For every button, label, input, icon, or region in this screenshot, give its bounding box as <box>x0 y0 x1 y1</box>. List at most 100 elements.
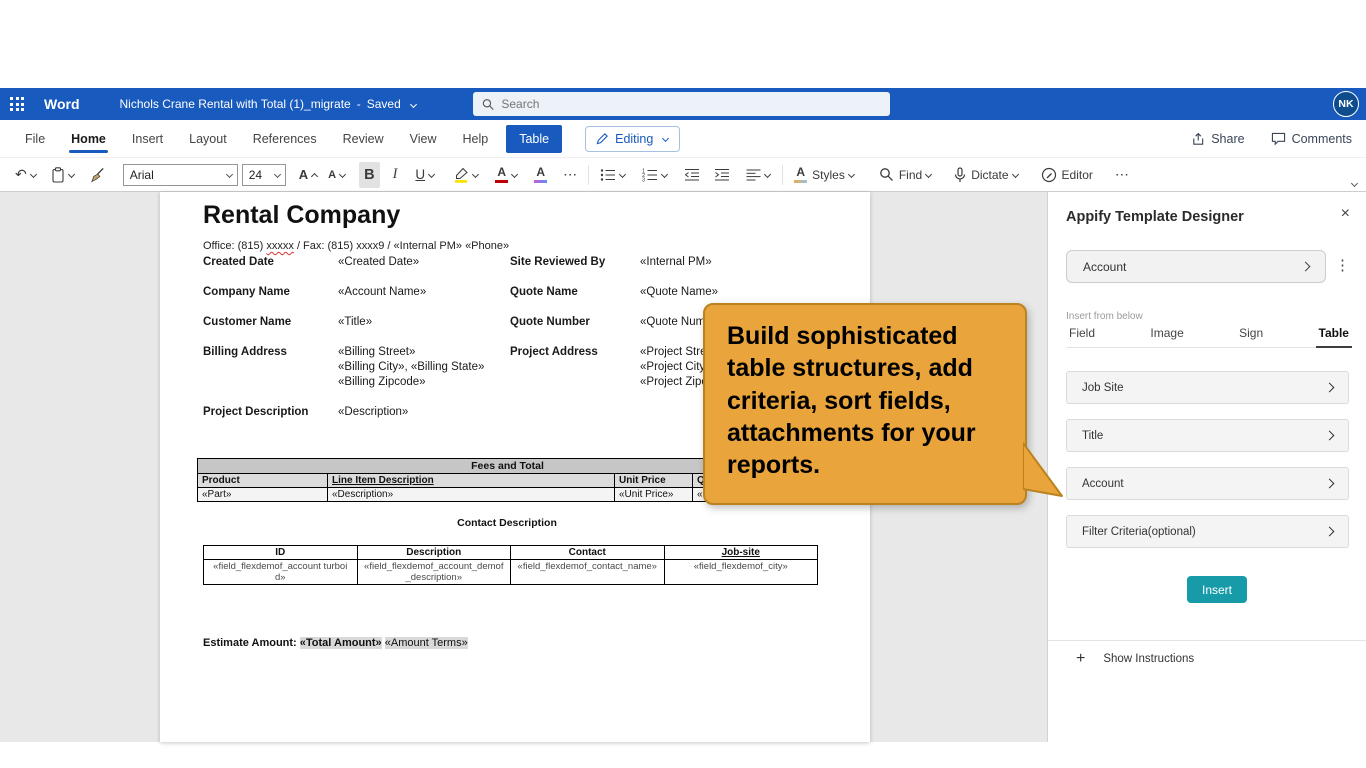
merge-field-value: «Internal PM» <box>640 256 712 268</box>
tab-home[interactable]: Home <box>58 120 119 157</box>
chevron-down-icon <box>925 171 932 178</box>
more-toolbar-options-button[interactable]: ⋯ <box>1110 162 1134 188</box>
font-color-button[interactable]: A <box>490 162 523 188</box>
app-launcher-icon[interactable] <box>0 88 34 120</box>
editor-icon <box>1041 167 1056 182</box>
paste-button[interactable] <box>46 162 80 188</box>
numbered-list-icon: 123 <box>642 168 658 182</box>
tab-layout[interactable]: Layout <box>176 120 240 157</box>
contact-col-header: Job-site <box>663 545 818 560</box>
bullets-button[interactable] <box>595 162 631 188</box>
avatar[interactable]: NK <box>1333 91 1359 117</box>
insert-button[interactable]: Insert <box>1187 576 1247 603</box>
share-label: Share <box>1211 131 1245 146</box>
tab-review[interactable]: Review <box>330 120 397 157</box>
callout-pointer <box>1023 442 1063 497</box>
font-color-icon: A <box>495 166 509 183</box>
alignment-button[interactable] <box>741 162 776 188</box>
dictate-button[interactable]: Dictate <box>949 162 1023 188</box>
chevron-right-icon <box>1326 527 1335 536</box>
editing-mode-button[interactable]: Editing <box>585 125 681 152</box>
font-size-combobox[interactable]: 24 <box>241 163 286 186</box>
styles-button[interactable]: A Styles <box>789 162 860 188</box>
more-font-options-button[interactable]: ⋯ <box>558 162 582 188</box>
numbering-button[interactable]: 123 <box>637 162 673 188</box>
tab-insert[interactable]: Insert <box>119 120 176 157</box>
shrink-font-button[interactable]: A <box>323 162 351 188</box>
tab-file[interactable]: File <box>12 120 58 157</box>
list-item-label: Title <box>1082 429 1104 442</box>
field-label: Quote Name <box>510 286 578 298</box>
coachmark-callout: Build sophisticated table structures, ad… <box>703 303 1063 505</box>
format-painter-button[interactable] <box>86 162 111 188</box>
list-item-filter-criteria[interactable]: Filter Criteria(optional) <box>1066 515 1349 548</box>
indent-icon <box>715 168 730 180</box>
contact-table: ID Description Contact Job-site «field_f… <box>203 545 818 585</box>
highlight-color-button[interactable] <box>448 162 484 188</box>
increase-indent-button[interactable] <box>709 162 735 188</box>
undo-button[interactable]: ↶ <box>10 162 42 188</box>
font-name-combobox[interactable]: Arial <box>122 163 238 186</box>
callout-text: Build sophisticated table structures, ad… <box>727 322 976 479</box>
list-item-job-site[interactable]: Job Site <box>1066 371 1349 404</box>
tab-help[interactable]: Help <box>450 120 502 157</box>
estimate-amount-field: «Total Amount» <box>299 637 382 649</box>
tab-field[interactable]: Field <box>1066 326 1098 348</box>
avatar-initials: NK <box>1338 98 1354 110</box>
show-instructions-label: Show Instructions <box>1103 653 1195 665</box>
underline-button[interactable]: U <box>410 162 440 188</box>
text-effects-button[interactable]: A <box>529 162 552 188</box>
merge-field-value: «Quote Name» <box>640 286 718 298</box>
fees-col-header: Unit Price <box>614 473 693 488</box>
close-icon[interactable]: × <box>1341 205 1350 223</box>
search-bar[interactable] <box>473 92 890 116</box>
find-label: Find <box>898 167 923 182</box>
editing-label: Editing <box>615 131 654 146</box>
comments-button[interactable]: Comments <box>1271 132 1352 146</box>
kebab-menu-icon[interactable]: ⋮ <box>1335 256 1350 274</box>
tab-references[interactable]: References <box>240 120 330 157</box>
list-item-title[interactable]: Title <box>1066 419 1349 452</box>
contact-col-header: Contact <box>510 545 665 560</box>
search-icon <box>482 98 494 110</box>
show-instructions-button[interactable]: + Show Instructions <box>1076 650 1194 668</box>
italic-button[interactable]: I <box>388 162 403 188</box>
bold-button[interactable]: B <box>359 161 380 188</box>
comments-label: Comments <box>1291 131 1352 146</box>
chevron-down-icon <box>274 171 281 178</box>
svg-text:3: 3 <box>642 177 645 181</box>
chevron-down-icon <box>764 171 771 178</box>
grow-font-button[interactable]: A <box>294 162 323 188</box>
chevron-right-icon <box>1326 383 1335 392</box>
tab-sign[interactable]: Sign <box>1236 326 1266 348</box>
dictate-label: Dictate <box>971 167 1009 182</box>
search-input[interactable] <box>501 97 881 111</box>
chevron-down-icon <box>1012 171 1019 178</box>
styles-label: Styles <box>812 167 845 182</box>
divider <box>782 164 784 185</box>
microphone-icon <box>955 166 966 182</box>
document-title-text: Nichols Crane Rental with Total (1)_migr… <box>119 97 351 111</box>
chevron-down-icon <box>848 171 855 178</box>
tab-table[interactable]: Table <box>506 124 563 153</box>
align-icon <box>746 169 761 180</box>
tab-table[interactable]: Table <box>1315 326 1352 348</box>
spellcheck-word: xxxxx <box>266 240 294 252</box>
tab-view[interactable]: View <box>397 120 450 157</box>
chevron-right-icon <box>1302 262 1311 271</box>
document-title[interactable]: Nichols Crane Rental with Total (1)_migr… <box>120 97 417 111</box>
editor-button[interactable]: Editor <box>1036 162 1098 188</box>
chevron-down-icon <box>410 101 417 108</box>
chevron-down-icon <box>428 171 435 178</box>
field-label: Project Address <box>510 346 598 358</box>
find-button[interactable]: Find <box>874 162 937 188</box>
pencil-icon <box>596 133 609 145</box>
collapse-ribbon-icon[interactable] <box>1351 180 1358 187</box>
decrease-indent-button[interactable] <box>679 162 705 188</box>
share-button[interactable]: Share <box>1191 131 1245 146</box>
tab-image[interactable]: Image <box>1147 326 1186 348</box>
entity-selector-dropdown[interactable]: Account <box>1066 250 1326 283</box>
doc-office-line: Office: (815) xxxxx / Fax: (815) xxxx9 /… <box>203 240 510 252</box>
merge-field-value: «Created Date» <box>338 256 420 268</box>
list-item-account[interactable]: Account <box>1066 467 1349 500</box>
